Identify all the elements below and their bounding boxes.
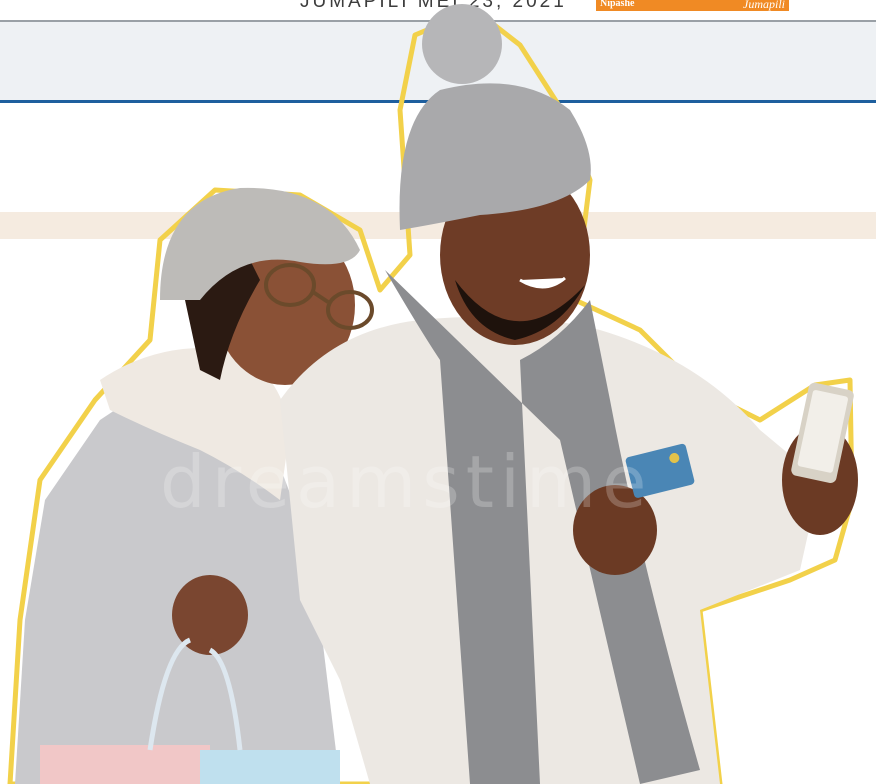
photo-watermark: dreamstime bbox=[160, 440, 653, 524]
shopping-bag-blue bbox=[200, 750, 340, 784]
couple-shopping-photo bbox=[7, 4, 858, 784]
man-hat-pompom bbox=[422, 4, 502, 84]
shopping-bag-pink bbox=[40, 745, 210, 784]
